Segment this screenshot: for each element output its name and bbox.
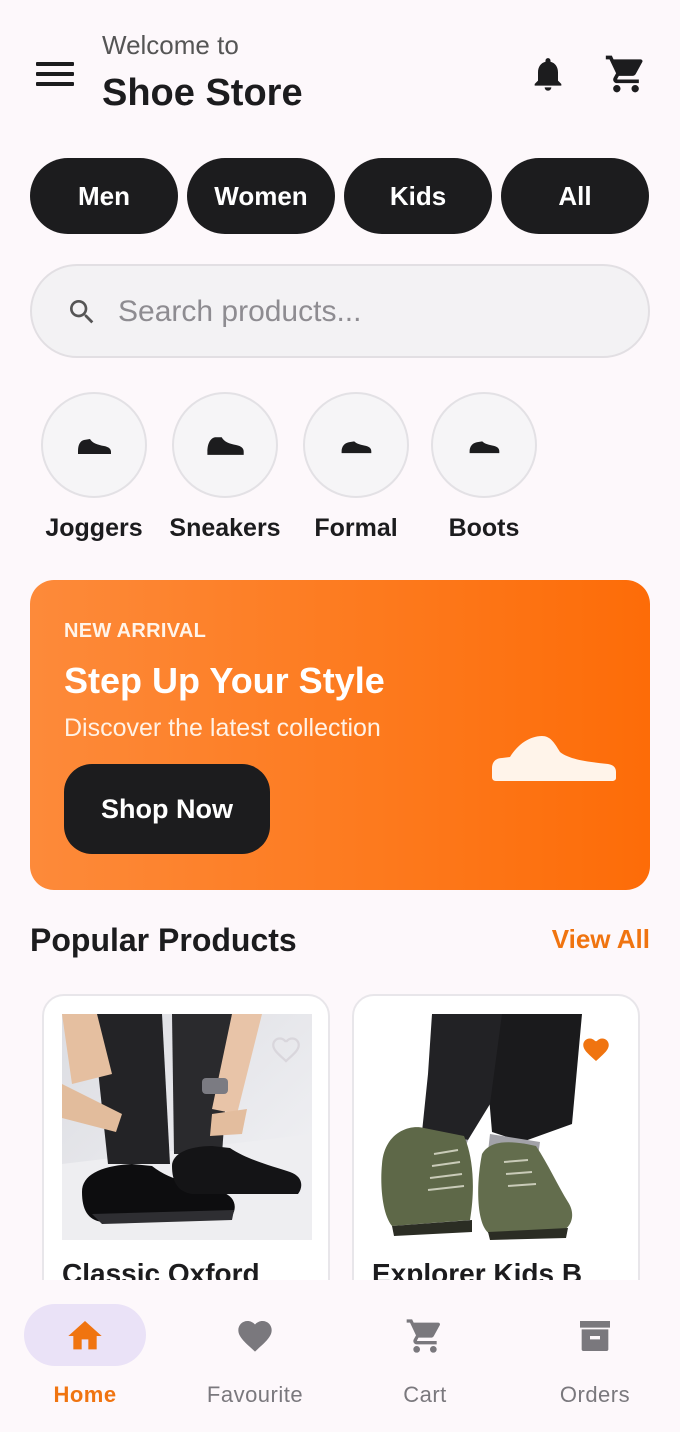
search-input[interactable] [118,286,618,338]
shoe-icon [78,439,111,454]
category-label: Joggers [45,514,143,542]
nav-label: Favourite [206,1382,304,1407]
nav-favourite[interactable]: Favourite [170,1302,340,1412]
welcome-text: Welcome to [102,30,239,60]
cart-button[interactable] [604,52,648,96]
search-bar [30,264,650,358]
cart-icon [406,1319,441,1353]
shoe-icon [341,441,372,454]
filter-men[interactable]: Men [30,158,178,234]
category-joggers[interactable]: Joggers [29,392,159,552]
category-label: Boots [448,514,520,542]
popular-products-title: Popular Products [30,922,297,958]
nav-label: Orders [559,1382,631,1407]
shoe-icon [207,437,244,455]
category-formal[interactable]: Formal [291,392,421,552]
banner-title: Step Up Your Style [64,660,385,701]
shoe-icon [492,736,616,781]
notifications-button[interactable] [528,54,568,94]
shop-now-button[interactable]: Shop Now [64,764,270,854]
shoe-icon [469,441,500,454]
menu-button[interactable] [32,56,78,92]
store-title: Shoe Store [102,72,303,114]
category-label: Sneakers [169,514,281,542]
menu-icon [36,62,74,66]
banner-subtitle: Discover the latest collection [64,714,381,742]
promo-banner: NEW ARRIVAL Step Up Your Style Discover … [30,580,650,890]
nav-label: Cart [403,1382,447,1407]
heart-icon [238,1321,272,1352]
banner-tag: NEW ARRIVAL [64,620,207,642]
app-header: Welcome to Shoe Store [0,0,680,140]
filter-women[interactable]: Women [187,158,335,234]
product-card[interactable]: Explorer Kids B [352,994,640,1314]
nav-label: Home [53,1382,117,1407]
category-list: Joggers Sneakers Formal Boots [0,392,680,552]
nav-cart[interactable]: Cart [340,1302,510,1412]
favourite-button[interactable] [578,1032,614,1066]
favourite-button[interactable] [268,1032,304,1066]
category-label: Formal [314,514,398,542]
category-boots[interactable]: Boots [419,392,549,552]
filter-kids[interactable]: Kids [344,158,492,234]
product-card[interactable]: Classic Oxford [42,994,330,1314]
nav-home[interactable]: Home [0,1302,170,1412]
bell-icon [534,58,562,91]
home-icon [68,1321,102,1350]
bottom-navigation: Home Favourite Cart Orders [0,1280,680,1432]
nav-orders[interactable]: Orders [510,1302,680,1412]
heart-outline-icon [272,1037,300,1063]
view-all-link[interactable]: View All [552,924,650,955]
search-icon [70,300,94,324]
filter-pills: Men Women Kids All [30,158,650,234]
archive-icon [580,1321,610,1351]
filter-all[interactable]: All [501,158,649,234]
category-sneakers[interactable]: Sneakers [160,392,290,552]
heart-filled-icon [583,1038,609,1062]
cart-icon [605,55,643,93]
